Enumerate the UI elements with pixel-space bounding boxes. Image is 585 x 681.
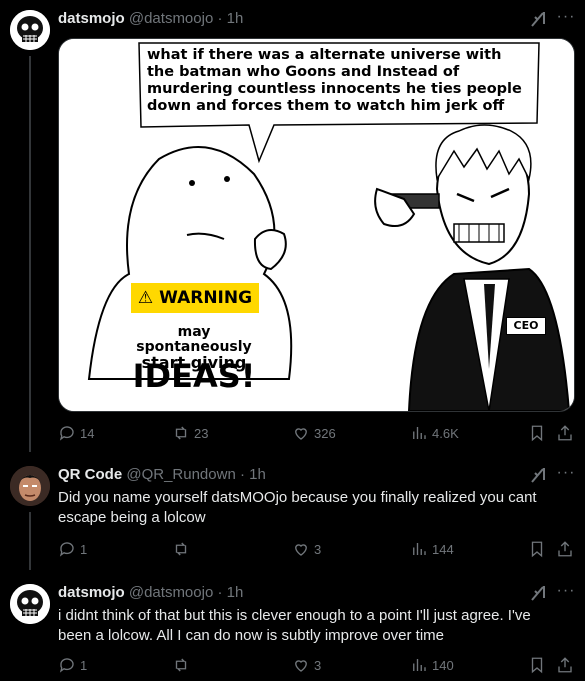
action-bar: 14 23 326 4.6K: [58, 422, 578, 444]
reply-count: 14: [80, 425, 95, 441]
reply-post[interactable]: QR Code @QR_Rundown · 1h ··· Did you nam…: [0, 456, 585, 570]
post-main[interactable]: datsmojo @datsmoojo · 1h ··· what if the…: [0, 0, 585, 452]
share-icon: [558, 425, 572, 441]
avatar[interactable]: [10, 10, 50, 50]
action-bar: 1 3 140: [58, 654, 578, 676]
avatar[interactable]: [10, 466, 50, 506]
avatar-skull-image: [10, 584, 50, 624]
views-count: 140: [432, 657, 454, 673]
bookmark-icon: [531, 541, 543, 558]
like-count: 326: [314, 425, 336, 441]
repost-icon: [175, 658, 187, 672]
warning-big-text: IDEAS!: [132, 357, 256, 395]
reply-button[interactable]: 1: [58, 654, 87, 676]
author-name[interactable]: QR Code: [58, 466, 122, 483]
repost-icon: [175, 426, 187, 440]
post-text: Did you name yourself datsMOOjo because …: [58, 489, 537, 526]
grok-icon[interactable]: [529, 10, 547, 28]
views-count: 4.6K: [432, 425, 459, 441]
reply-icon: [59, 658, 74, 673]
repost-button[interactable]: [172, 538, 190, 560]
like-count: 3: [314, 657, 322, 673]
author-name[interactable]: datsmojo: [58, 10, 125, 27]
share-button[interactable]: [556, 422, 574, 444]
post-header: QR Code @QR_Rundown · 1h: [58, 466, 266, 483]
post-time[interactable]: · 1h: [240, 466, 266, 483]
reply-post[interactable]: datsmojo @datsmoojo · 1h ··· i didnt thi…: [0, 574, 585, 681]
post-time[interactable]: · 1h: [217, 10, 243, 27]
post-header: datsmojo @datsmoojo · 1h: [58, 10, 243, 27]
share-button[interactable]: [556, 538, 574, 560]
bookmark-button[interactable]: [528, 654, 546, 676]
avatar-skull-image: [10, 10, 50, 50]
heart-icon: [295, 544, 307, 556]
bookmark-button[interactable]: [528, 538, 546, 560]
like-button[interactable]: 326: [292, 422, 336, 444]
views-icon: [413, 427, 426, 439]
avatar[interactable]: [10, 584, 50, 624]
like-button[interactable]: 3: [292, 654, 321, 676]
views-button[interactable]: 144: [410, 538, 454, 560]
share-button[interactable]: [556, 654, 574, 676]
post-header: datsmojo @datsmoojo · 1h: [58, 584, 243, 601]
reply-icon: [59, 426, 74, 441]
reply-button[interactable]: 14: [58, 422, 94, 444]
warning-triangle-icon: ⚠: [137, 288, 160, 308]
views-button[interactable]: 140: [410, 654, 454, 676]
author-handle[interactable]: @QR_Rundown: [126, 466, 235, 483]
warning-label: ⚠ WARNING: [131, 283, 259, 313]
more-icon[interactable]: ···: [555, 462, 577, 484]
share-icon: [558, 541, 572, 557]
bookmark-button[interactable]: [528, 422, 546, 444]
like-button[interactable]: 3: [292, 538, 321, 560]
repost-count: 23: [194, 425, 209, 441]
repost-icon: [175, 542, 187, 556]
reply-count: 1: [80, 541, 88, 557]
post-text: i didnt think of that but this is clever…: [58, 607, 531, 644]
avatar-character-image: [10, 466, 50, 506]
author-handle[interactable]: @datsmoojo: [129, 584, 213, 601]
heart-icon: [295, 428, 307, 440]
warning-text: WARNING: [159, 288, 253, 308]
grok-icon[interactable]: [529, 584, 547, 602]
heart-icon: [295, 660, 307, 672]
grok-icon[interactable]: [529, 466, 547, 484]
author-handle[interactable]: @datsmoojo: [129, 10, 213, 27]
author-name[interactable]: datsmojo: [58, 584, 125, 601]
ceo-badge: CEO: [506, 317, 546, 335]
views-icon: [413, 659, 426, 671]
repost-button[interactable]: [172, 654, 190, 676]
more-icon[interactable]: ···: [555, 6, 577, 28]
reply-button[interactable]: 1: [58, 538, 87, 560]
views-button[interactable]: 4.6K: [410, 422, 459, 444]
post-image[interactable]: what if there was a alternate universe w…: [58, 38, 575, 412]
action-bar: 1 3 144: [58, 538, 578, 560]
bookmark-icon: [531, 657, 543, 674]
views-count: 144: [432, 541, 454, 557]
reply-icon: [59, 542, 74, 557]
bookmark-icon: [531, 425, 543, 442]
more-icon[interactable]: ···: [555, 580, 577, 602]
like-count: 3: [314, 541, 322, 557]
views-icon: [413, 543, 426, 555]
thread-line: [29, 512, 31, 570]
share-icon: [558, 657, 572, 673]
speech-bubble-text: what if there was a alternate universe w…: [147, 47, 522, 114]
repost-button[interactable]: 23: [172, 422, 208, 444]
post-time[interactable]: · 1h: [217, 584, 243, 601]
warning-line-1: may spontaneously: [136, 324, 252, 355]
reply-count: 1: [80, 657, 88, 673]
thread-line: [29, 56, 31, 452]
